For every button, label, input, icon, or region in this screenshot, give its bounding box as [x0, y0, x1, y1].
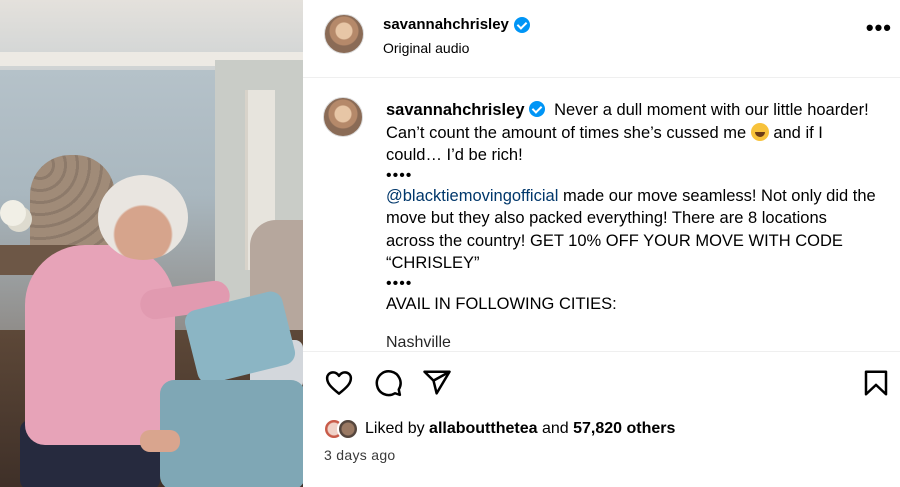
- caption-username[interactable]: savannahchrisley: [386, 101, 525, 119]
- caption-avatar[interactable]: [323, 97, 363, 137]
- share-button[interactable]: [422, 368, 452, 398]
- caption-section: savannahchrisley Never a dull moment wit…: [303, 79, 900, 351]
- more-options-icon[interactable]: •••: [866, 17, 892, 39]
- post-sidebar: savannahchrisley Original audio ••• sava…: [303, 0, 900, 487]
- scene-flowers: [0, 200, 26, 226]
- likes-count[interactable]: 57,820 others: [573, 420, 675, 438]
- verified-icon: [513, 16, 530, 33]
- like-button[interactable]: [324, 368, 354, 398]
- author-username[interactable]: savannahchrisley: [383, 16, 530, 33]
- likes-user[interactable]: allaboutthetea: [429, 420, 537, 438]
- heart-icon: [325, 371, 353, 395]
- comment-icon: [375, 370, 402, 397]
- author-avatar[interactable]: [324, 14, 364, 54]
- save-button[interactable]: [861, 368, 891, 398]
- action-bar: [303, 351, 900, 413]
- scene-woman-sweater: [25, 245, 175, 445]
- bookmark-icon: [864, 370, 888, 396]
- author-username-text[interactable]: savannahchrisley: [383, 16, 509, 33]
- caption-avail: AVAIL IN FOLLOWING CITIES:: [386, 294, 617, 313]
- post-timestamp[interactable]: 3 days ago: [324, 447, 396, 463]
- post-header: savannahchrisley Original audio •••: [303, 0, 900, 78]
- scene-cloth-pile: [160, 380, 303, 487]
- caption-dots: ••••: [386, 166, 413, 184]
- scene-woman-hand: [140, 430, 180, 452]
- caption-cutoff: Nashville: [386, 334, 451, 351]
- emoji-laughing-icon: [750, 122, 769, 141]
- comment-button[interactable]: [373, 368, 403, 398]
- likes-summary: Liked by allaboutthetea and 57,820 other…: [323, 418, 675, 440]
- audio-label[interactable]: Original audio: [383, 40, 469, 56]
- caption-dots-2: ••••: [386, 274, 413, 292]
- likes-prefix: Liked by: [365, 420, 425, 437]
- scene-woman-head: [98, 175, 188, 260]
- liker-avatar[interactable]: [337, 418, 359, 440]
- share-icon: [423, 370, 451, 395]
- mention-link[interactable]: @blacktiemovingofficial: [386, 187, 558, 205]
- caption-text: savannahchrisley Never a dull moment wit…: [386, 99, 876, 315]
- likes-and: and: [541, 420, 569, 437]
- post-video[interactable]: [0, 0, 303, 487]
- verified-icon: [528, 101, 545, 117]
